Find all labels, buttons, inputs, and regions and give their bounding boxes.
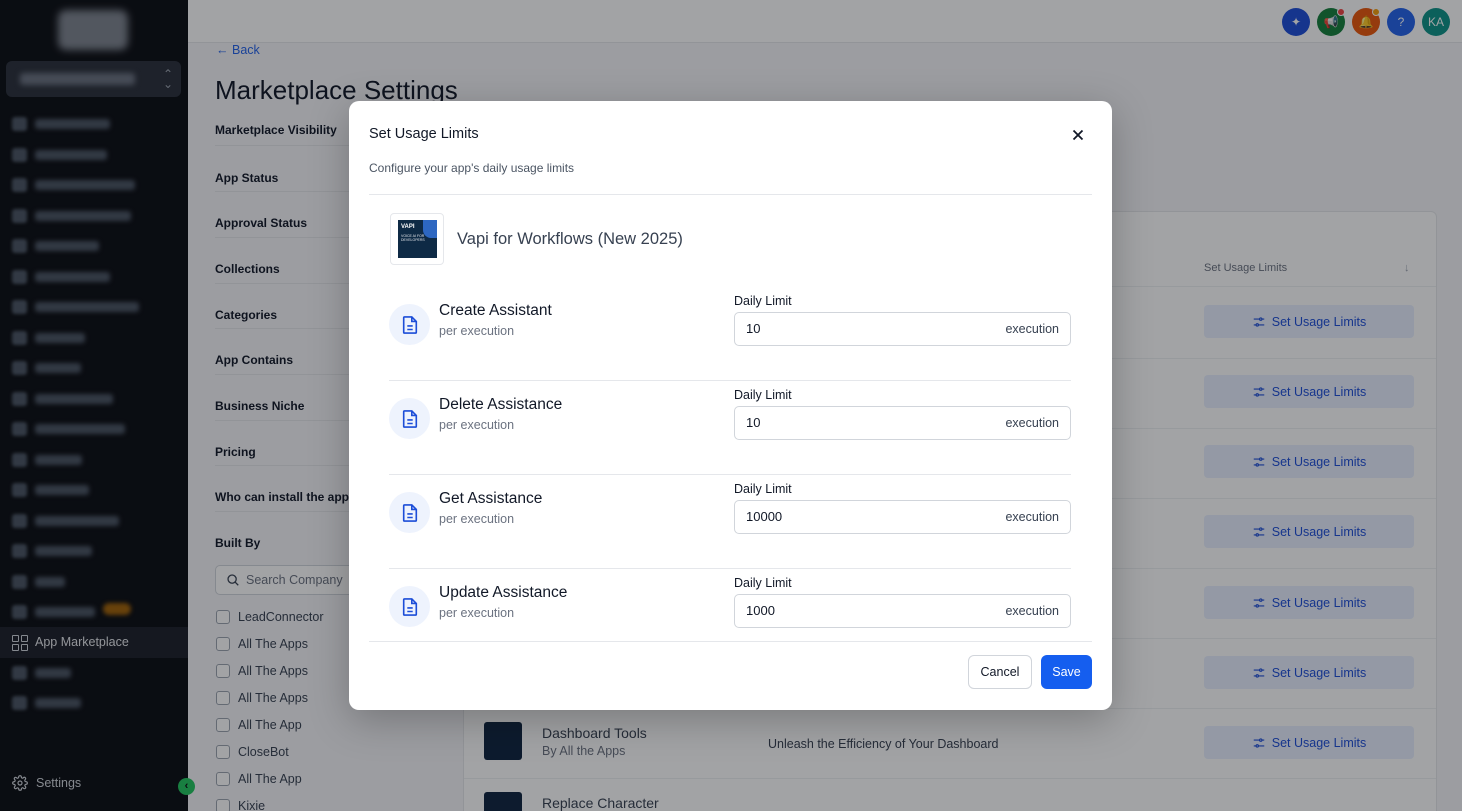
- usage-limits-dialog: Set Usage Limits Configure your app's da…: [349, 101, 1112, 710]
- daily-limit-field[interactable]: execution: [734, 500, 1071, 534]
- daily-limit-label: Daily Limit: [734, 388, 792, 402]
- action-name: Update Assistance: [439, 584, 568, 601]
- action-name: Get Assistance: [439, 490, 543, 507]
- limit-row: Update Assistance per execution Daily Li…: [389, 569, 1071, 663]
- daily-limit-label: Daily Limit: [734, 294, 792, 308]
- daily-limit-label: Daily Limit: [734, 482, 792, 496]
- document-icon: [389, 586, 430, 627]
- action-name: Delete Assistance: [439, 396, 563, 413]
- limit-row: Delete Assistance per execution Daily Li…: [389, 381, 1071, 475]
- action-unit: per execution: [439, 324, 515, 338]
- app-name: Vapi for Workflows (New 2025): [457, 230, 683, 248]
- unit-suffix: execution: [1005, 416, 1059, 430]
- daily-limit-field[interactable]: execution: [734, 312, 1071, 346]
- limit-row: Create Assistant per execution Daily Lim…: [389, 287, 1071, 381]
- daily-limit-field[interactable]: execution: [734, 594, 1071, 628]
- limit-row: Get Assistance per execution Daily Limit…: [389, 475, 1071, 569]
- hand-graphic: [423, 220, 437, 238]
- unit-suffix: execution: [1005, 510, 1059, 524]
- daily-limit-input[interactable]: [746, 321, 976, 336]
- dialog-subtitle: Configure your app's daily usage limits: [369, 161, 575, 175]
- action-name: Create Assistant: [439, 302, 552, 319]
- document-icon: [389, 304, 430, 345]
- unit-suffix: execution: [1005, 604, 1059, 618]
- divider: [369, 641, 1092, 642]
- daily-limit-label: Daily Limit: [734, 576, 792, 590]
- divider: [369, 194, 1092, 195]
- daily-limit-input[interactable]: [746, 509, 976, 524]
- unit-suffix: execution: [1005, 322, 1059, 336]
- cancel-button[interactable]: Cancel: [968, 655, 1032, 689]
- thumb-title: VAPI: [401, 224, 415, 230]
- action-unit: per execution: [439, 418, 515, 432]
- daily-limit-input[interactable]: [746, 603, 976, 618]
- daily-limit-input[interactable]: [746, 415, 976, 430]
- action-unit: per execution: [439, 606, 515, 620]
- action-unit: per execution: [439, 512, 515, 526]
- close-icon[interactable]: [1069, 126, 1087, 144]
- dialog-title: Set Usage Limits: [369, 126, 479, 142]
- daily-limit-field[interactable]: execution: [734, 406, 1071, 440]
- app-thumbnail: VAPI VOICE AI FOR DEVELOPERS: [390, 213, 444, 265]
- save-button[interactable]: Save: [1041, 655, 1092, 689]
- document-icon: [389, 492, 430, 533]
- document-icon: [389, 398, 430, 439]
